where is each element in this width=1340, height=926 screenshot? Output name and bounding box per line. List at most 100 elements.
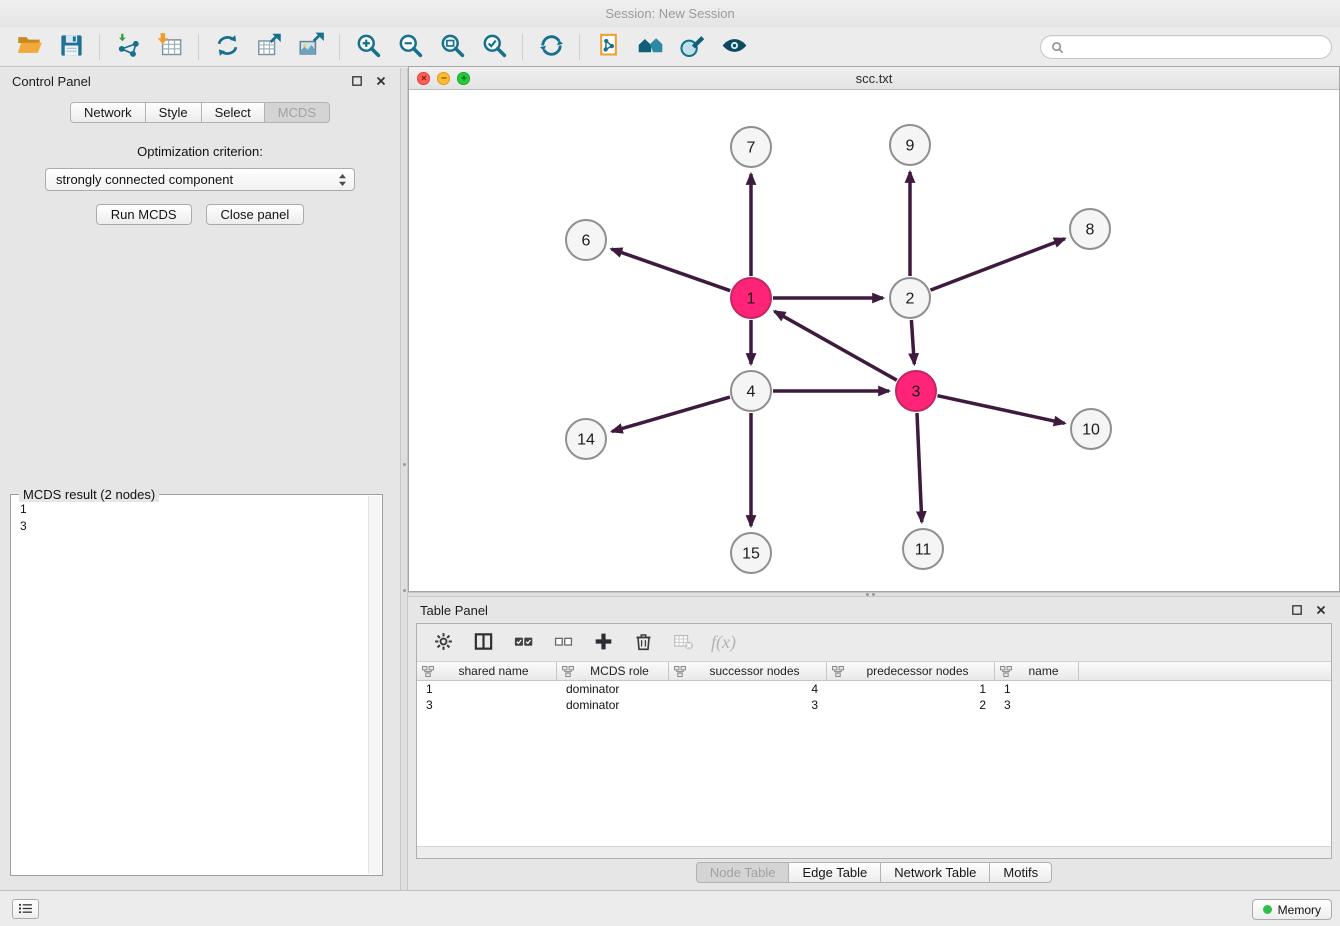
edge-4-14[interactable] [612, 397, 730, 431]
export-image-icon [298, 32, 325, 62]
zoom-out-button[interactable] [389, 30, 431, 64]
search-box[interactable] [1040, 35, 1332, 59]
network-view-window: scc.txt 7968124314101511 [408, 66, 1340, 592]
table-row[interactable]: 3dominator323 [417, 697, 1331, 713]
minimize-window-button[interactable] [437, 72, 450, 85]
deselect-all-icon [553, 631, 574, 655]
settings-gear-button[interactable] [425, 627, 462, 659]
column-tree-icon [422, 666, 434, 677]
memory-status-dot [1263, 905, 1272, 914]
mcds-result-line: 1 [20, 501, 373, 518]
save-session-button[interactable] [50, 30, 92, 64]
float-table-panel-button[interactable] [1290, 603, 1304, 617]
column-tree-icon [1000, 666, 1012, 677]
node-9[interactable]: 9 [890, 125, 930, 165]
tab-network-table[interactable]: Network Table [880, 862, 990, 883]
table-row[interactable]: 1dominator411 [417, 681, 1331, 697]
close-window-button[interactable] [417, 72, 430, 85]
node-1[interactable]: 1 [731, 278, 771, 318]
table-tabs: Node TableEdge TableNetwork TableMotifs [408, 862, 1340, 883]
export-table-button[interactable] [248, 30, 290, 64]
run-mcds-button[interactable]: Run MCDS [96, 204, 192, 225]
refresh-button[interactable] [530, 30, 572, 64]
show-columns-button[interactable] [465, 627, 502, 659]
status-list-button[interactable] [12, 899, 39, 919]
vertical-splitter[interactable] [400, 68, 408, 890]
open-file-button[interactable] [8, 30, 50, 64]
tab-edge-table[interactable]: Edge Table [788, 862, 881, 883]
close-icon [420, 74, 428, 82]
export-table-icon [256, 32, 283, 62]
column-header-successor-nodes[interactable]: successor nodes [669, 662, 827, 680]
node-6[interactable]: 6 [566, 220, 606, 260]
network-overview-button[interactable] [629, 30, 671, 64]
close-table-panel-button[interactable] [1314, 603, 1328, 617]
tab-network[interactable]: Network [70, 102, 146, 123]
import-table-button[interactable] [149, 30, 191, 64]
edge-2-3[interactable] [911, 320, 914, 364]
deselect-all-button[interactable] [545, 627, 582, 659]
search-input[interactable] [1070, 37, 1321, 57]
column-header-mcds-role[interactable]: MCDS role [557, 662, 669, 680]
column-header-shared-name[interactable]: shared name [417, 662, 557, 680]
function-builder-icon: f(x) [711, 632, 736, 653]
refresh-icon [538, 32, 565, 62]
node-11[interactable]: 11 [903, 529, 943, 569]
node-10[interactable]: 10 [1071, 409, 1111, 449]
cell-mcds-role: dominator [557, 697, 669, 713]
edge-3-10[interactable] [938, 396, 1065, 424]
first-neighbors-button[interactable] [206, 30, 248, 64]
edge-2-8[interactable] [931, 239, 1065, 290]
tab-style[interactable]: Style [145, 102, 202, 123]
table-header-row: shared nameMCDS rolesuccessor nodesprede… [417, 662, 1331, 681]
table-scrollbar[interactable] [417, 846, 1331, 858]
export-image-button[interactable] [290, 30, 332, 64]
network-canvas[interactable]: 7 9 6 8 1 2 4 3 14 10 15 11 [409, 90, 1339, 591]
node-4[interactable]: 4 [731, 371, 771, 411]
apply-style-button[interactable] [671, 30, 713, 64]
close-control-panel-button[interactable] [374, 74, 388, 88]
apply-style-icon [679, 32, 706, 62]
node-2[interactable]: 2 [890, 278, 930, 318]
cell-name: 3 [995, 697, 1079, 713]
delete-column-button[interactable] [625, 627, 662, 659]
import-network-button[interactable] [107, 30, 149, 64]
close-panel-button[interactable]: Close panel [206, 204, 305, 225]
toolbar-separator [579, 34, 580, 60]
cell-successor-nodes: 3 [669, 697, 827, 713]
zoom-fit-button[interactable] [431, 30, 473, 64]
edge-3-1[interactable] [775, 311, 897, 380]
tab-node-table[interactable]: Node Table [696, 862, 790, 883]
node-7[interactable]: 7 [731, 127, 771, 167]
memory-button[interactable]: Memory [1252, 899, 1332, 920]
control-panel-header: Control Panel [0, 68, 400, 94]
column-header-predecessor-nodes[interactable]: predecessor nodes [827, 662, 995, 680]
node-3[interactable]: 3 [896, 371, 936, 411]
criterion-select-value: strongly connected component [56, 172, 233, 187]
add-column-button[interactable] [585, 627, 622, 659]
criterion-select[interactable]: strongly connected component [45, 168, 355, 191]
show-hide-button[interactable] [713, 30, 755, 64]
node-14[interactable]: 14 [566, 419, 606, 459]
network-graph-svg[interactable]: 7 9 6 8 1 2 4 3 14 10 15 11 [409, 90, 1339, 591]
tab-select[interactable]: Select [201, 102, 265, 123]
float-control-panel-button[interactable] [350, 74, 364, 88]
copy-network-button[interactable] [587, 30, 629, 64]
zoom-in-button[interactable] [347, 30, 389, 64]
tab-motifs[interactable]: Motifs [989, 862, 1052, 883]
edge-3-11[interactable] [917, 413, 922, 522]
column-header-name[interactable]: name [995, 662, 1079, 680]
node-15[interactable]: 15 [731, 533, 771, 573]
cell-predecessor-nodes: 2 [827, 697, 995, 713]
zoom-window-button[interactable] [457, 72, 470, 85]
result-scrollbar[interactable] [368, 496, 381, 874]
close-icon [376, 76, 386, 86]
node-8[interactable]: 8 [1070, 209, 1110, 249]
save-session-icon [58, 32, 85, 62]
select-all-button[interactable] [505, 627, 542, 659]
zoom-selected-button[interactable] [473, 30, 515, 64]
import-table-icon [157, 32, 184, 62]
edge-1-6[interactable] [612, 249, 731, 291]
tab-mcds[interactable]: MCDS [264, 102, 330, 123]
svg-text:4: 4 [747, 384, 756, 401]
